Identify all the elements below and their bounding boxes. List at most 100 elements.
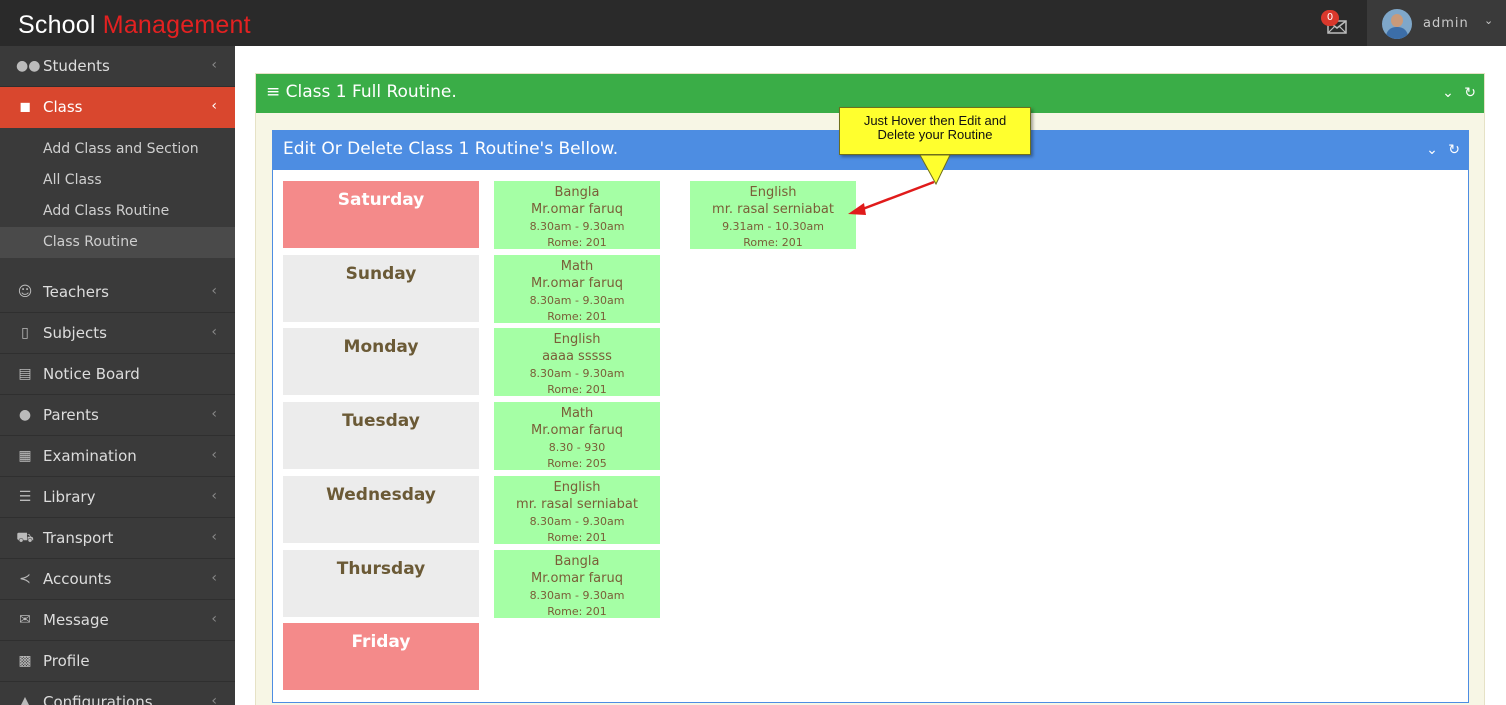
slot-time: 9.31am - 10.30am <box>722 220 824 233</box>
sidebar-item-label: Message <box>43 611 109 629</box>
slot-subject: Bangla <box>554 185 600 200</box>
slot-teacher: aaaa sssss <box>542 349 612 364</box>
sidebar-item-examination[interactable]: ▦ Examination ‹ <box>0 436 235 477</box>
submenu-item-all-class[interactable]: All Class <box>0 165 235 196</box>
callout-line-2: Delete your Routine <box>877 127 993 142</box>
user-menu[interactable]: admin ⌄ <box>1367 0 1506 46</box>
truck-icon: ⛟ <box>16 530 34 546</box>
bars-icon: ≡ <box>266 82 281 102</box>
slot-room: Rome: 201 <box>743 236 803 249</box>
slot-room: Rome: 201 <box>547 310 607 323</box>
routine-slot[interactable]: Bangla Mr.omar faruq 8.30am - 9.30am Rome: … <box>494 181 660 249</box>
sidebar-item-transport[interactable]: ⛟ Transport ‹ <box>0 518 235 559</box>
routine-slot[interactable]: Math Mr.omar faruq 8.30 - 930 Rome: 205 <box>494 402 660 470</box>
sidebar-item-label: Accounts <box>43 570 112 588</box>
sidebar-item-message[interactable]: ✉ Message ‹ <box>0 600 235 641</box>
table-icon: ▦ <box>18 448 32 464</box>
sidebar-item-label: Students <box>43 57 110 75</box>
sidebar-item-label: Transport <box>43 529 114 547</box>
chevron-left-icon: ‹ <box>211 283 217 299</box>
routine-slot[interactable]: Bangla Mr.omar faruq 8.30am - 9.30am Rome: … <box>494 550 660 618</box>
collapse-icon[interactable]: ⌄ <box>1426 142 1438 158</box>
slot-room: Rome: 201 <box>547 605 607 618</box>
chevron-left-icon: ‹ <box>211 611 217 627</box>
callout-line-1: Just Hover then Edit and <box>863 113 1007 128</box>
sidebar-item-label: Subjects <box>43 324 107 342</box>
slot-teacher: mr. rasal serniabat <box>712 202 834 217</box>
slot-teacher: Mr.omar faruq <box>531 423 623 438</box>
sidebar: ●● Students ‹ ◼ Class ‹ Add Class and Se… <box>0 46 235 705</box>
sidebar-item-notice-board[interactable]: ▤ Notice Board <box>0 354 235 395</box>
chevron-left-icon: ‹ <box>211 447 217 463</box>
chevron-down-icon: ⌄ <box>1484 14 1494 27</box>
refresh-icon[interactable]: ↻ <box>1464 85 1476 101</box>
refresh-icon[interactable]: ↻ <box>1448 142 1460 158</box>
graduation-cap-icon: ▲ <box>19 694 31 705</box>
hover-hint-callout: Just Hover then Edit and Delete your Rou… <box>839 107 1031 155</box>
slot-teacher: Mr.omar faruq <box>531 571 623 586</box>
slot-room: Rome: 201 <box>547 531 607 544</box>
cubes-icon: ◼ <box>19 99 31 115</box>
slot-teacher: mr. rasal serniabat <box>516 497 638 512</box>
submenu-item-class-routine[interactable]: Class Routine <box>0 227 235 258</box>
submenu-item-add-class-routine[interactable]: Add Class Routine <box>0 196 235 227</box>
slot-subject: English <box>749 185 797 200</box>
sidebar-item-subjects[interactable]: ▯ Subjects ‹ <box>0 313 235 354</box>
submenu-item-add-class-section[interactable]: Add Class and Section <box>0 134 235 165</box>
day-cell-friday: Friday <box>283 623 479 690</box>
day-cell-wednesday: Wednesday <box>283 476 479 543</box>
sidebar-item-class[interactable]: ◼ Class ‹ <box>0 87 235 128</box>
slot-teacher: Mr.omar faruq <box>531 276 623 291</box>
mail-count-badge: 0 <box>1321 10 1339 26</box>
slot-subject: Bangla <box>554 554 600 569</box>
user-outline-icon: ☺ <box>17 284 33 300</box>
sidebar-item-label: Examination <box>43 447 137 465</box>
slot-time: 8.30am - 9.30am <box>529 367 625 380</box>
routine-slot[interactable]: English mr. rasal serniabat 8.30am - 9.30a… <box>494 476 660 544</box>
day-cell-saturday: Saturday <box>283 181 479 248</box>
chevron-left-icon: ‹ <box>211 324 217 340</box>
chevron-left-icon: ‹ <box>211 98 217 114</box>
sidebar-item-library[interactable]: ☰ Library ‹ <box>0 477 235 518</box>
sidebar-item-students[interactable]: ●● Students ‹ <box>0 46 235 87</box>
slot-subject: English <box>553 332 601 347</box>
day-cell-tuesday: Tuesday <box>283 402 479 469</box>
sidebar-item-configurations[interactable]: ▲ Configurations ‹ <box>0 682 235 705</box>
panel-title: Edit Or Delete Class 1 Routine's Bellow. <box>283 139 619 159</box>
slot-time: 8.30am - 9.30am <box>529 589 625 602</box>
slot-subject: Math <box>560 406 594 421</box>
sidebar-item-label: Library <box>43 488 96 506</box>
slot-time: 8.30am - 9.30am <box>529 220 625 233</box>
routine-slot[interactable]: Math Mr.omar faruq 8.30am - 9.30am Rome: 20… <box>494 255 660 323</box>
qrcode-icon: ▩ <box>18 653 32 669</box>
slot-room: Rome: 201 <box>547 236 607 249</box>
slot-time: 8.30am - 9.30am <box>529 515 625 528</box>
day-cell-monday: Monday <box>283 328 479 395</box>
logo-text-management: Management <box>102 11 251 39</box>
chevron-left-icon: ‹ <box>211 57 217 73</box>
slot-room: Rome: 205 <box>547 457 607 470</box>
routine-slot[interactable]: English aaaa sssss 8.30am - 9.30am Rome: 20… <box>494 328 660 396</box>
sidebar-item-parents[interactable]: ● Parents ‹ <box>0 395 235 436</box>
sidebar-item-profile[interactable]: ▩ Profile <box>0 641 235 682</box>
routine-slot[interactable]: English mr. rasal serniabat 9.31am - 10.30… <box>690 181 856 249</box>
sidebar-item-accounts[interactable]: ≺ Accounts ‹ <box>0 559 235 600</box>
bars-icon: ☰ <box>18 489 32 505</box>
users-icon: ●● <box>16 58 41 74</box>
collapse-icon[interactable]: ⌄ <box>1442 85 1454 101</box>
edit-routine-panel: Edit Or Delete Class 1 Routine's Bellow.… <box>272 130 1469 703</box>
share-icon: ≺ <box>19 571 31 587</box>
sidebar-item-label: Class <box>43 98 83 116</box>
slot-teacher: Mr.omar faruq <box>531 202 623 217</box>
avatar <box>1382 9 1412 39</box>
sidebar-item-label: Profile <box>43 652 90 670</box>
sidebar-item-label: Notice Board <box>43 365 140 383</box>
logo-text-school: School <box>18 11 103 39</box>
app-logo[interactable]: School Management <box>18 11 251 40</box>
slot-time: 8.30am - 9.30am <box>529 294 625 307</box>
sidebar-item-teachers[interactable]: ☺ Teachers ‹ <box>0 272 235 313</box>
top-navbar: School Management 0 admin ⌄ <box>0 0 1506 46</box>
slot-subject: English <box>553 480 601 495</box>
slot-subject: Math <box>560 259 594 274</box>
class-submenu: Add Class and Section All Class Add Clas… <box>0 128 235 258</box>
